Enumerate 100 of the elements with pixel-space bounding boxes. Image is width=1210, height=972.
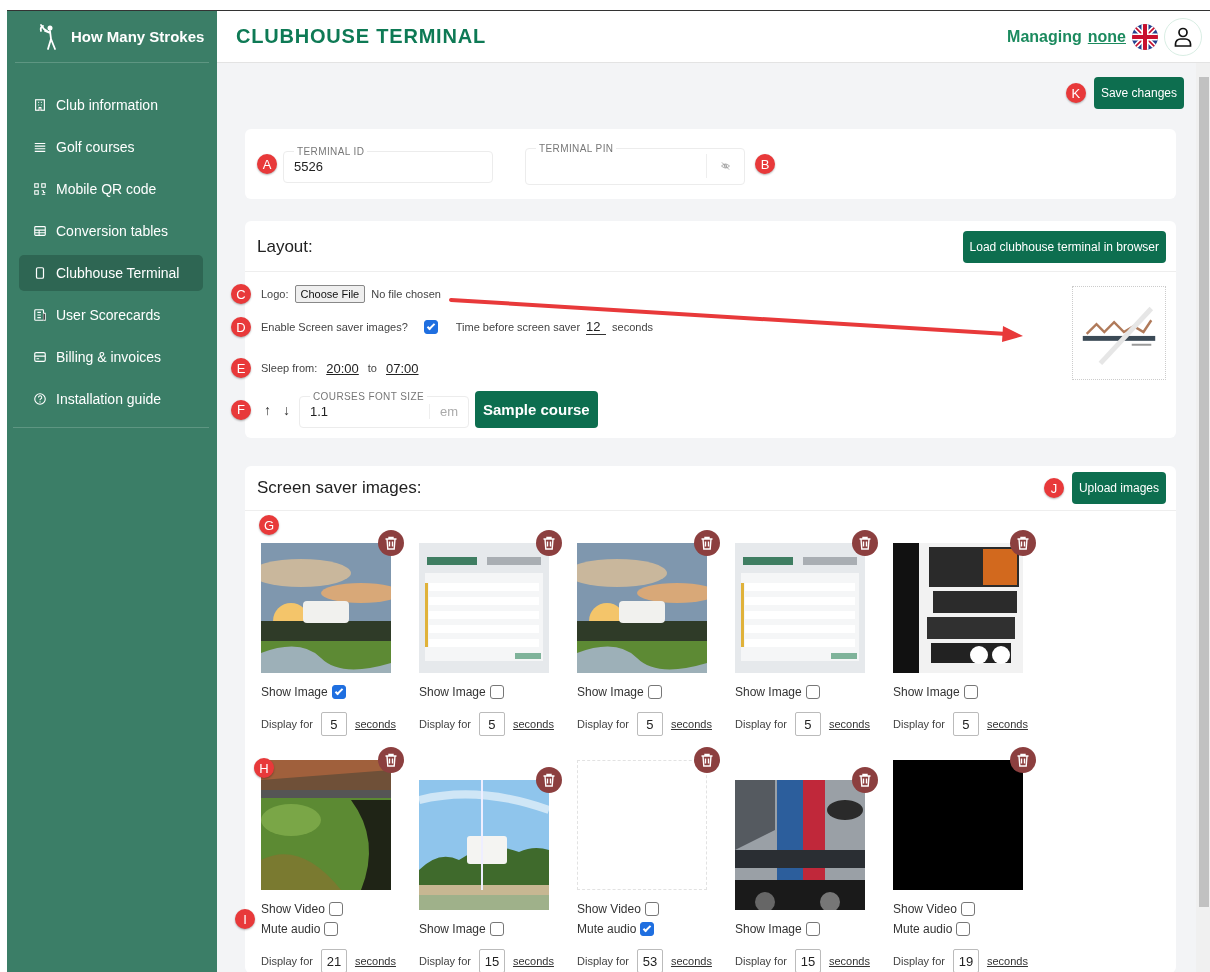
seconds-link[interactable]: seconds — [670, 955, 712, 967]
terminal-pin-field[interactable]: TERMINAL PIN — [525, 143, 745, 185]
seconds-input[interactable]: 5 — [794, 712, 821, 736]
checkbox[interactable] — [956, 922, 971, 936]
seconds-input[interactable]: 15 — [478, 949, 505, 972]
credit-card-icon — [33, 350, 47, 364]
user-button[interactable] — [1164, 17, 1202, 56]
upload-images-button[interactable]: Upload images — [1071, 472, 1166, 504]
annotation-marker: D — [231, 317, 251, 337]
show-image-label: Show Image — [261, 685, 328, 699]
user-icon — [1174, 26, 1192, 47]
checkbox[interactable] — [640, 922, 655, 936]
sidebar-item[interactable]: User Scorecards — [19, 297, 203, 333]
show-video-label: Show Video — [261, 902, 325, 916]
section-title: Screen saver images: — [257, 478, 423, 498]
sidebar-item[interactable]: Clubhouse Terminal — [19, 255, 203, 291]
terminal-id-field[interactable]: TERMINAL ID 5526 — [283, 145, 493, 183]
seconds-input[interactable]: 5 — [478, 712, 505, 736]
seconds-input[interactable]: 19 — [952, 949, 979, 972]
delete-button[interactable] — [536, 767, 562, 793]
delete-button[interactable] — [852, 530, 878, 556]
checkbox[interactable] — [963, 685, 978, 699]
seconds-link[interactable]: seconds — [512, 955, 554, 967]
seconds-link[interactable]: seconds — [354, 718, 396, 730]
section-title: Layout: — [257, 237, 313, 257]
seconds-input[interactable]: 53 — [636, 949, 663, 972]
display-label: Display for — [735, 955, 787, 967]
logo-label: Logo: — [261, 288, 289, 300]
save-button[interactable]: Save changes — [1093, 77, 1184, 109]
delete-button[interactable] — [378, 747, 404, 773]
delete-button[interactable] — [694, 530, 720, 556]
trash-icon — [857, 772, 873, 788]
seconds-link[interactable]: seconds — [986, 955, 1028, 967]
show-image-label: Show Image — [419, 685, 486, 699]
checkbox[interactable] — [328, 902, 343, 916]
managing-link[interactable]: none — [1087, 27, 1126, 46]
checkbox[interactable] — [489, 685, 504, 699]
seconds-link[interactable]: seconds — [986, 718, 1028, 730]
seconds-link[interactable]: seconds — [670, 718, 712, 730]
seconds-input[interactable]: 5 — [320, 712, 347, 736]
checkbox[interactable] — [423, 320, 438, 334]
tablet-icon — [33, 266, 47, 280]
increase-button[interactable]: ↑ — [261, 401, 274, 418]
seconds-link[interactable]: seconds — [828, 955, 870, 967]
delete-button[interactable] — [536, 530, 562, 556]
display-label: Display for — [893, 718, 945, 730]
trash-icon — [541, 772, 557, 788]
checkbox[interactable] — [647, 685, 662, 699]
display-label: Display for — [261, 955, 313, 967]
seconds-link[interactable]: seconds — [512, 718, 554, 730]
annotation-marker: A — [257, 154, 277, 174]
seconds-input[interactable]: 15 — [794, 949, 821, 972]
annotation-marker: H — [254, 758, 274, 778]
load-terminal-button[interactable]: Load clubhouse terminal in browser — [962, 231, 1166, 263]
delete-button[interactable] — [1010, 747, 1036, 773]
decrease-button[interactable]: ↓ — [280, 401, 293, 418]
trash-icon — [1015, 535, 1031, 551]
timeout-input[interactable]: 12 — [586, 319, 607, 335]
unit-label: seconds — [612, 321, 654, 333]
checkbox[interactable] — [331, 685, 346, 699]
seconds-input[interactable]: 5 — [952, 712, 979, 736]
seconds-input[interactable]: 5 — [636, 712, 663, 736]
delete-button[interactable] — [694, 747, 720, 773]
choose-file-button[interactable]: Choose File — [294, 285, 366, 303]
trash-icon — [699, 535, 715, 551]
sidebar-item[interactable]: Billing & invoices — [19, 339, 203, 375]
checkbox[interactable] — [805, 922, 820, 936]
screensaver-label: Enable Screen saver images? — [261, 321, 408, 333]
seconds-link[interactable]: seconds — [828, 718, 870, 730]
display-label: Display for — [577, 955, 629, 967]
display-label: Display for — [735, 718, 787, 730]
checkbox[interactable] — [644, 902, 659, 916]
font-size-field[interactable]: COURSES FONT SIZE 1.1 em — [299, 391, 469, 428]
checkbox[interactable] — [960, 902, 975, 916]
qr-code-icon — [33, 182, 47, 196]
managing-label: Managing — [1007, 27, 1082, 46]
annotation-marker: G — [259, 515, 279, 535]
display-label: Display for — [261, 718, 313, 730]
help-icon — [33, 392, 47, 406]
time-input[interactable]: 07:00 — [383, 360, 422, 376]
sidebar-item[interactable]: Golf courses — [19, 129, 203, 165]
display-label: Display for — [419, 955, 471, 967]
checkbox[interactable] — [324, 922, 339, 936]
delete-button[interactable] — [1010, 530, 1036, 556]
seconds-link[interactable]: seconds — [354, 955, 396, 967]
sample-course-button[interactable]: Sample course — [475, 391, 598, 428]
delete-button[interactable] — [852, 767, 878, 793]
sidebar-item[interactable]: Mobile QR code — [19, 171, 203, 207]
time-input[interactable]: 20:00 — [323, 360, 362, 376]
sidebar-item[interactable]: Installation guide — [19, 381, 203, 417]
show-image-label: Show Image — [577, 685, 644, 699]
scrollbar[interactable] — [1196, 63, 1210, 972]
flag-icon[interactable] — [1132, 23, 1158, 50]
mute-audio-label: Mute audio — [893, 922, 953, 936]
seconds-input[interactable]: 21 — [320, 949, 347, 972]
sidebar-item[interactable]: Conversion tables — [19, 213, 203, 249]
delete-button[interactable] — [378, 530, 404, 556]
checkbox[interactable] — [805, 685, 820, 699]
sidebar-item[interactable]: Club information — [19, 87, 203, 123]
checkbox[interactable] — [489, 922, 504, 936]
